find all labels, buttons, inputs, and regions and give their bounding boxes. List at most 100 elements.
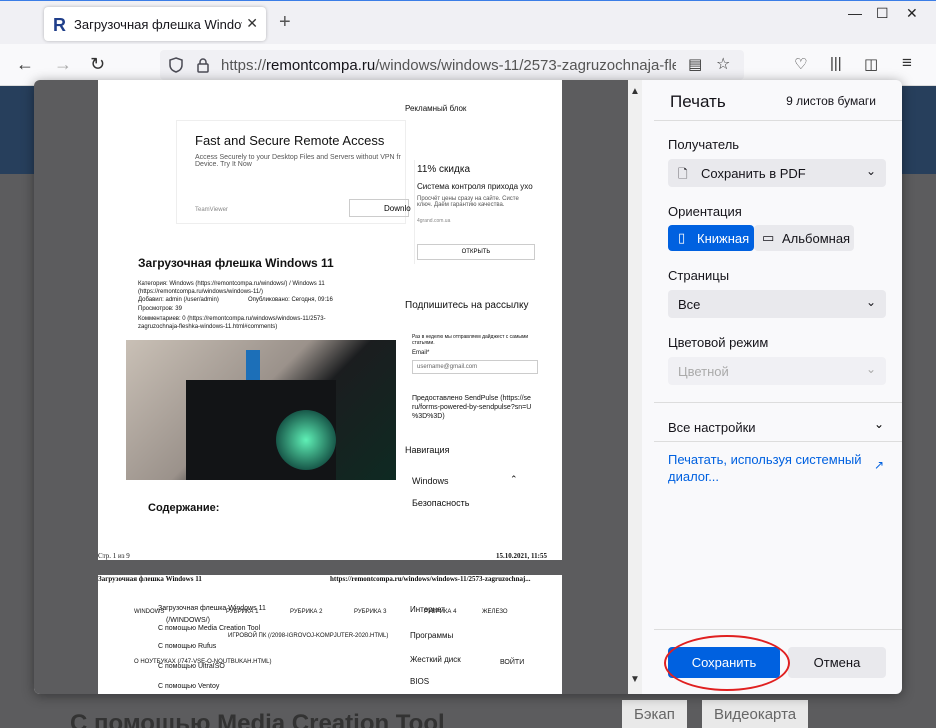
backup-button[interactable]: Бэкап (622, 700, 687, 728)
color-mode-label: Цветовой режим (668, 335, 769, 350)
scroll-up-icon[interactable]: ▲ (628, 86, 642, 97)
portrait-label: Книжная (697, 231, 750, 246)
subscribe-email-input[interactable]: username@gmail.com (412, 360, 538, 374)
print-settings-panel: Печать 9 листов бумаги Получатель 🗋 Сохр… (654, 80, 902, 694)
close-window-button[interactable]: ✕ (906, 5, 918, 22)
scroll-down-icon[interactable]: ▼ (628, 674, 642, 685)
portrait-icon: ▯ (678, 230, 686, 245)
site-favicon-icon: R (53, 15, 66, 35)
url-bar[interactable]: https://remontcompa.ru/windows/windows-1… (160, 50, 744, 80)
page2-menu-3: РУБРИКА 3 (354, 609, 387, 615)
print-title: Печать (670, 92, 726, 111)
page2-menu-hardware: ЖЕЛЕЗО (482, 609, 508, 615)
external-link-icon[interactable]: ↗ (874, 458, 884, 472)
lock-icon[interactable] (196, 57, 210, 73)
url-prefix: https:// (221, 57, 267, 74)
ad-download-button[interactable]: Downlo (349, 199, 411, 217)
tab-active[interactable]: R Загрузочная флешка Windows ✕ (44, 7, 266, 41)
article-category: Категория: Windows (https://remontcompa.… (138, 281, 325, 295)
tab-title: Загрузочная флешка Windows (74, 17, 242, 32)
article-image (126, 340, 396, 480)
library-icon[interactable]: ||| (830, 55, 842, 72)
divider (654, 441, 902, 442)
subscribe-email-label: Email* (412, 350, 430, 356)
page2-menu-windows: WINDOWS (134, 609, 165, 615)
maximize-button[interactable]: ☐ (876, 5, 889, 22)
chevron-down-icon: ⌄ (865, 295, 876, 309)
sheet-count: 9 листов бумаги (786, 94, 876, 108)
article-views: Просмотров: 39 (138, 306, 182, 312)
side-ad: 11% скидка Система контроля прихода ухо … (414, 160, 535, 264)
page2-menu-2: РУБРИКА 2 (290, 609, 323, 615)
page2-programs: Программы (410, 631, 454, 640)
page2-header-right: https://remontcompa.ru/windows/windows-1… (330, 575, 531, 583)
preview-scrollbar[interactable]: ▲ ▼ (628, 80, 642, 694)
color-mode-value: Цветной (678, 364, 729, 379)
reload-icon[interactable]: ↻ (90, 54, 105, 75)
all-settings-toggle[interactable]: Все настройки (668, 420, 756, 435)
preview-page-2: Загрузочная флешка Windows 11 https://re… (98, 575, 562, 694)
page2-login: ВОЙТИ (500, 659, 525, 666)
reader-view-icon[interactable]: ▤ (688, 55, 702, 73)
back-arrow-icon[interactable]: ← (16, 54, 34, 75)
pocket-icon[interactable]: ♡ (794, 55, 807, 73)
landscape-button[interactable]: ▭ Альбомная (754, 225, 854, 251)
menu-icon[interactable]: ≡ (902, 53, 912, 73)
ad-block-heading: Рекламный блок (405, 104, 467, 113)
page-footer-right: 15.10.2021, 11:55 (496, 552, 547, 560)
divider (654, 402, 902, 403)
pages-select[interactable]: Все ⌄ (668, 290, 886, 318)
landscape-icon: ▭ (762, 230, 775, 245)
side-ad-open-button[interactable]: ОТКРЫТЬ (417, 244, 535, 260)
page2-menu-1: РУБРИКА 1 (226, 609, 259, 615)
chevron-up-icon: ⌃ (510, 474, 518, 484)
side-ad-domain: 4grand.com.ua (417, 218, 451, 224)
color-mode-select[interactable]: Цветной ⌄ (668, 357, 886, 385)
sidebar-icon[interactable]: ◫ (864, 55, 878, 73)
bookmark-star-icon[interactable]: ☆ (716, 54, 730, 74)
ad-brand: TeamViewer (195, 207, 228, 213)
chevron-down-icon: ⌄ (865, 164, 876, 178)
page-heading-behind: С помощью Media Creation Tool (70, 710, 445, 728)
url-host: remontcompa.ru (266, 57, 376, 74)
chevron-down-icon: ⌄ (865, 362, 876, 376)
navigation-heading: Навигация (405, 445, 450, 455)
print-dialog: Рекламный блок Fast and Secure Remote Ac… (34, 80, 902, 694)
shield-icon[interactable] (168, 57, 184, 73)
sendpulse-credit: Предоставлено SendPulse (https://se ru/f… (412, 395, 532, 420)
minimize-button[interactable]: — (848, 5, 862, 21)
highlight-circle (664, 635, 790, 691)
side-ad-subtitle: Система контроля прихода ухо (417, 182, 533, 191)
tab-close-icon[interactable]: ✕ (246, 15, 258, 32)
nav-windows: Windows (412, 476, 449, 486)
pages-value: Все (678, 297, 701, 312)
article-author: Добавил: admin (/user/admin) (138, 297, 219, 303)
preview-page-1: Рекламный блок Fast and Secure Remote Ac… (98, 80, 562, 560)
contents-heading: Содержание: (148, 502, 220, 514)
portrait-button[interactable]: ▯ Книжная (668, 225, 754, 251)
destination-select[interactable]: 🗋 Сохранить в PDF ⌄ (668, 159, 886, 187)
chevron-down-icon[interactable]: ⌄ (874, 417, 884, 431)
ad-title: Fast and Secure Remote Access (195, 133, 385, 148)
page2-toc-1: С помощью Media Creation Tool (158, 625, 261, 632)
videocard-button[interactable]: Видеокарта (702, 700, 809, 728)
pc-fan-glow (276, 410, 336, 470)
page2-internet: Интернет (410, 605, 445, 614)
page2-toc-3: С помощью UltraISO (158, 663, 225, 670)
document-icon: 🗋 (678, 167, 688, 181)
page2-toc-2: С помощью Rufus (158, 643, 217, 650)
forward-arrow-icon[interactable]: → (54, 54, 72, 75)
subscribe-body: Раз в неделю мы отправляем дайджест с са… (412, 334, 529, 346)
cancel-button[interactable]: Отмена (788, 647, 886, 678)
divider (654, 120, 902, 121)
side-ad-title: 11% скидка (417, 164, 471, 175)
system-dialog-link[interactable]: Печатать, используя системный диалог... (668, 451, 868, 485)
ad-box: Fast and Secure Remote Access Access Sec… (176, 120, 411, 224)
tab-bar: R Загрузочная флешка Windows ✕ + — ☐ ✕ (0, 0, 936, 44)
url-path: /windows/windows-11/2573-zagruzochnaja-f… (375, 57, 676, 74)
nav-security: Безопасность (412, 498, 470, 508)
new-tab-button[interactable]: + (279, 11, 291, 34)
url-text[interactable]: https://remontcompa.ru/windows/windows-1… (221, 57, 676, 74)
page-footer-left: Стр. 1 из 9 (98, 552, 130, 560)
divider (654, 629, 902, 630)
